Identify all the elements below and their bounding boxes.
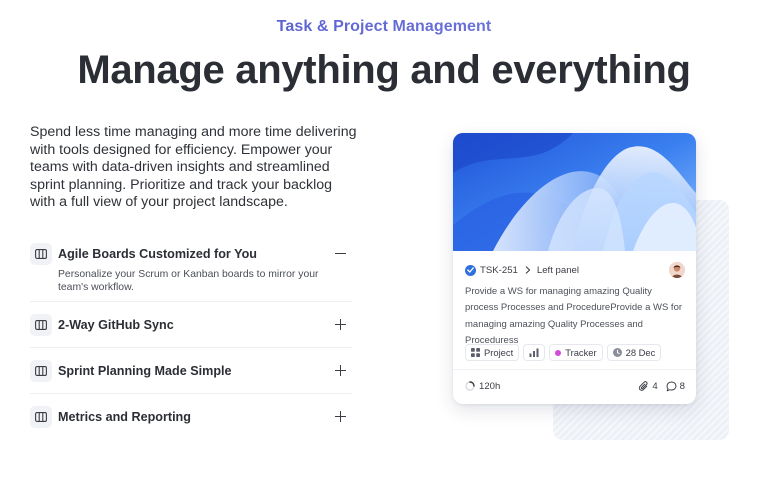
accordion-title: Sprint Planning Made Simple	[58, 364, 232, 378]
board-icon	[30, 243, 52, 265]
task-footer: 120h 4 8	[465, 379, 685, 393]
board-icon	[30, 360, 52, 382]
accordion-item-sprint-planning[interactable]: Sprint Planning Made Simple	[30, 348, 352, 394]
priority-chip[interactable]	[523, 344, 546, 361]
accordion-title: Agile Boards Customized for You	[58, 247, 257, 261]
comments-count[interactable]: 8	[666, 381, 685, 392]
expand-icon[interactable]	[334, 410, 348, 424]
accordion-item-metrics[interactable]: Metrics and Reporting	[30, 394, 352, 440]
accordion-header[interactable]: 2-Way GitHub Sync	[30, 311, 352, 339]
accordion-item-agile-boards[interactable]: Agile Boards Customized for You Personal…	[30, 240, 352, 302]
accordion-body: Personalize your Scrum or Kanban boards …	[58, 269, 319, 293]
signal-bars-icon	[529, 348, 539, 357]
tracker-dot-icon	[555, 349, 562, 356]
chevron-right-icon	[525, 266, 531, 274]
date-chip-label: 28 Dec	[625, 347, 656, 358]
comments-count-value: 8	[679, 380, 685, 392]
clock-icon	[612, 348, 622, 357]
collapse-icon[interactable]	[334, 247, 348, 261]
accordion-title: Metrics and Reporting	[58, 410, 191, 424]
tracker-chip-label: Tracker	[565, 347, 597, 358]
avatar[interactable]	[669, 262, 685, 278]
task-description: Provide a WS for managing amazing Qualit…	[465, 286, 683, 346]
tracker-chip[interactable]: Tracker	[549, 344, 603, 361]
board-icon	[30, 406, 52, 428]
progress-spinner-icon	[465, 381, 475, 391]
attachments-count-value: 4	[652, 380, 658, 392]
feature-accordion: Agile Boards Customized for You Personal…	[30, 240, 352, 440]
task-id[interactable]: TSK-251	[480, 265, 518, 276]
accordion-header[interactable]: Metrics and Reporting	[30, 403, 352, 431]
task-meta-row: TSK-251 Left panel	[465, 262, 685, 278]
project-chip[interactable]: Project	[465, 344, 520, 361]
expand-icon[interactable]	[334, 318, 348, 332]
date-chip[interactable]: 28 Dec	[606, 344, 662, 361]
intro-paragraph: Spend less time managing and more time d…	[30, 124, 357, 211]
expand-icon[interactable]	[334, 364, 348, 378]
accordion-header[interactable]: Sprint Planning Made Simple	[30, 357, 352, 385]
section-eyebrow: Task & Project Management	[0, 18, 768, 36]
time-estimate: 120h	[479, 380, 501, 392]
comment-bubble-icon	[666, 381, 677, 392]
accordion-header[interactable]: Agile Boards Customized for You	[30, 240, 352, 268]
accordion-item-github-sync[interactable]: 2-Way GitHub Sync	[30, 302, 352, 348]
grid-icon	[471, 348, 480, 357]
task-chips: Project Tracker 28 Dec	[465, 344, 662, 361]
card-divider	[453, 369, 696, 370]
accordion-title: 2-Way GitHub Sync	[58, 318, 174, 332]
project-chip-label: Project	[484, 347, 514, 358]
cover-image	[453, 133, 696, 251]
task-card[interactable]: TSK-251 Left panel Provide a WS for mana…	[453, 133, 696, 404]
attachments-count[interactable]: 4	[639, 380, 658, 392]
paperclip-icon	[639, 380, 649, 392]
page-title: Manage anything and everything	[77, 48, 691, 92]
panel-label[interactable]: Left panel	[537, 265, 579, 276]
board-icon	[30, 314, 52, 336]
verified-check-icon	[465, 264, 476, 276]
